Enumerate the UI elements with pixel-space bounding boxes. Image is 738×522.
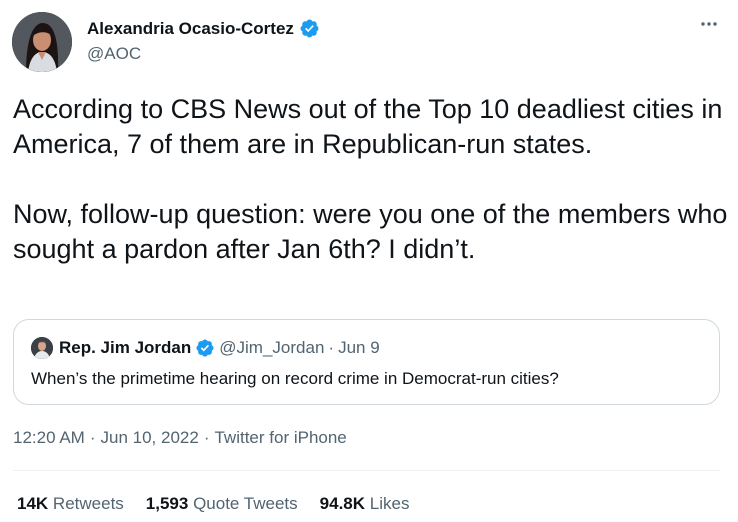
tweet-meta: 12:20 AM · Jun 10, 2022 · Twitter for iP…	[13, 428, 347, 448]
tweet-text: According to CBS News out of the Top 10 …	[13, 94, 728, 264]
author-avatar[interactable]	[12, 12, 72, 72]
quote-tweets-count: 1,593	[145, 494, 189, 513]
likes-stat[interactable]: 94.8K Likes	[320, 494, 410, 514]
more-options-button[interactable]	[697, 12, 721, 36]
quoted-separator: ·	[328, 338, 335, 357]
retweets-stat[interactable]: 14K Retweets	[17, 494, 124, 514]
author-name-row[interactable]: Alexandria Ocasio-Cortez	[87, 18, 320, 39]
quoted-profile-photo-icon	[31, 337, 53, 359]
author-handle[interactable]: @AOC	[87, 44, 141, 64]
quoted-tweet-header: Rep. Jim Jordan @Jim_Jordan · Jun 9	[59, 337, 380, 359]
quoted-author-handle: @Jim_Jordan	[219, 338, 325, 357]
likes-count: 94.8K	[319, 494, 366, 513]
quoted-verified-badge-icon	[196, 339, 214, 357]
likes-label: Likes	[369, 494, 410, 513]
quote-tweets-label: Quote Tweets	[193, 494, 298, 513]
tweet-time[interactable]: 12:20 AM	[13, 428, 85, 448]
quoted-tweet-date: Jun 9	[338, 338, 380, 357]
retweets-count: 14K	[17, 494, 49, 513]
quoted-tweet-card[interactable]: Rep. Jim Jordan @Jim_Jordan · Jun 9 When…	[13, 319, 720, 405]
divider	[13, 470, 720, 471]
tweet-date[interactable]: Jun 10, 2022	[101, 428, 199, 448]
tweet-source-link[interactable]: Twitter for iPhone	[214, 428, 346, 448]
author-name[interactable]: Alexandria Ocasio-Cortez	[87, 19, 294, 39]
quoted-author-avatar	[31, 337, 53, 359]
meta-separator: ·	[89, 428, 96, 447]
quote-tweets-stat[interactable]: 1,593 Quote Tweets	[146, 494, 298, 514]
engagement-stats: 14K Retweets 1,593 Quote Tweets 94.8K Li…	[17, 494, 409, 514]
quoted-tweet-text: When’s the primetime hearing on record c…	[31, 369, 559, 388]
meta-separator-2: ·	[203, 428, 210, 447]
verified-badge-icon	[300, 19, 319, 38]
quoted-author-name: Rep. Jim Jordan	[59, 338, 192, 357]
retweets-label: Retweets	[52, 494, 124, 513]
profile-photo-icon	[12, 12, 72, 72]
more-dots-icon	[701, 22, 717, 26]
